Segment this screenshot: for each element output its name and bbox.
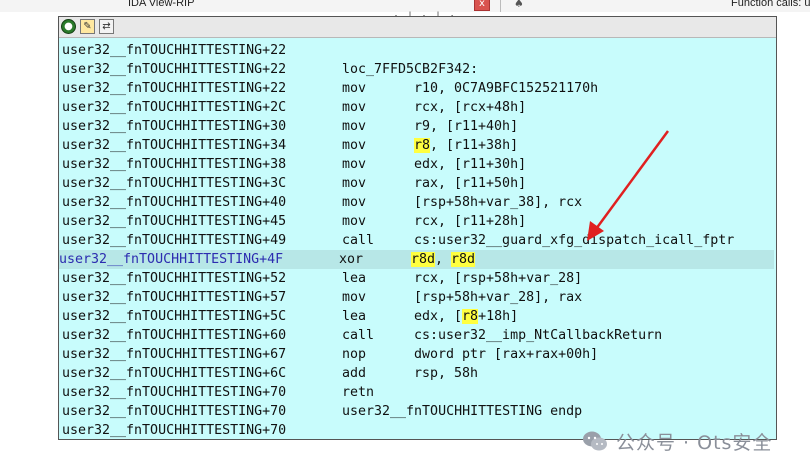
watermark-text: 公众号 · Ots安全: [616, 431, 773, 454]
arrow-shaft: [594, 130, 670, 230]
watermark: 公众号 · Ots安全: [582, 428, 772, 454]
wechat-icon: [583, 431, 607, 451]
annotation-arrow: [587, 130, 670, 241]
arrow-head: [587, 221, 604, 241]
